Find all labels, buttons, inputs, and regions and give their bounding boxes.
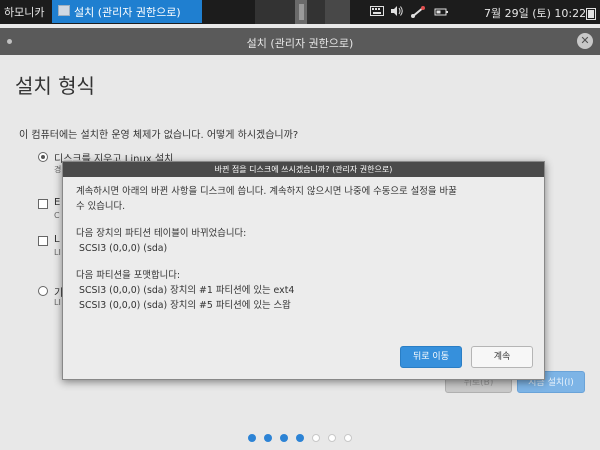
dialog-intro-line: 수 있습니다. — [76, 201, 126, 212]
progress-dot — [296, 434, 304, 442]
progress-dot — [328, 434, 336, 442]
taskbar-item-label: 설치 (관리자 권한으로) — [74, 6, 181, 19]
go-back-button[interactable]: 뒤로 이동 — [400, 346, 462, 368]
progress-dot — [264, 434, 272, 442]
option-description: 경 — [54, 165, 62, 174]
power-icon[interactable] — [434, 5, 450, 19]
partition-table-header: 다음 장치의 파티션 테이블이 바뀌었습니다: — [76, 228, 247, 239]
option-description: LI — [54, 248, 61, 257]
panel-decoration-image — [255, 0, 350, 24]
network-icon[interactable] — [410, 5, 426, 19]
option-description: LI — [54, 298, 61, 307]
radio-button[interactable] — [38, 152, 48, 162]
continue-button[interactable]: 계속 — [471, 346, 533, 368]
panel-decoration — [255, 0, 350, 24]
progress-dot — [344, 434, 352, 442]
dialog-title[interactable]: 바뀐 점을 디스크에 쓰시겠습니까? (관리자 권한으로) — [63, 162, 544, 177]
option-label: L — [54, 234, 60, 245]
dialog-intro-line: 계속하시면 아래의 바뀐 사항을 디스크에 씁니다. 계속하지 않으시면 나중에… — [76, 186, 457, 197]
volume-icon[interactable] — [390, 5, 404, 19]
main-menu-button[interactable]: 하모니카 — [4, 4, 44, 20]
clock[interactable]: 7월 29일 (토) 10:22 — [484, 5, 586, 21]
radio-button[interactable] — [38, 286, 48, 296]
checkbox[interactable] — [38, 199, 48, 209]
page-title: 설치 형식 — [15, 74, 95, 98]
close-icon[interactable]: ✕ — [577, 33, 593, 49]
progress-dot — [280, 434, 288, 442]
keyboard-icon[interactable] — [370, 5, 384, 19]
top-panel: 하모니카 설치 (관리자 권한으로) 7월 29일 (토) 10:22 — [0, 0, 600, 24]
format-item: SCSI3 (0,0,0) (sda) 장치의 #1 파티션에 있는 ext4 — [79, 285, 295, 296]
dialog-body: 계속하시면 아래의 바뀐 사항을 디스크에 씁니다. 계속하지 않으시면 나중에… — [76, 184, 457, 313]
checkbox[interactable] — [38, 236, 48, 246]
progress-dot — [312, 434, 320, 442]
option-description: C — [54, 211, 60, 220]
install-question: 이 컴퓨터에는 설치한 운영 체제가 없습니다. 어떻게 하시겠습니까? — [19, 130, 299, 141]
progress-dot — [248, 434, 256, 442]
window-icon — [58, 5, 70, 16]
format-header: 다음 파티션을 포맷합니다: — [76, 270, 180, 281]
logout-icon[interactable] — [586, 5, 596, 20]
window-title: 설치 (관리자 권한으로) — [246, 37, 354, 50]
write-changes-dialog: 바뀐 점을 디스크에 쓰시겠습니까? (관리자 권한으로) 계속하시면 아래의 … — [62, 161, 545, 380]
partition-table-device: SCSI3 (0,0,0) (sda) — [79, 243, 168, 254]
option-label: E — [54, 197, 61, 208]
format-item: SCSI3 (0,0,0) (sda) 장치의 #5 파티션에 있는 스왑 — [79, 300, 291, 311]
window-titlebar[interactable]: 설치 (관리자 권한으로) ✕ — [0, 28, 600, 55]
taskbar-item-installer[interactable]: 설치 (관리자 권한으로) — [52, 0, 202, 23]
